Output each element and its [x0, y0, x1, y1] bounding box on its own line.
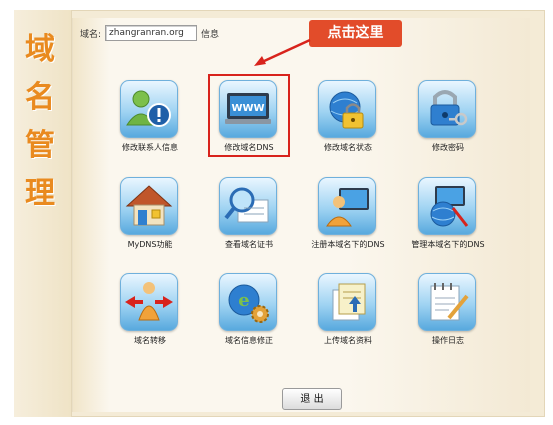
logout-button[interactable]: 退 出 [282, 388, 342, 410]
person-arrows-icon [120, 273, 178, 331]
page-title-char-2: 名 [25, 80, 55, 115]
magnifier-certificate-icon [219, 177, 277, 235]
tile-view-domain-certificate[interactable]: 查看域名证书 [199, 177, 299, 257]
tile-correct-domain-info[interactable]: e 域名信息修正 [199, 273, 299, 353]
tile-label: 域名转移 [134, 336, 166, 345]
tile-register-dns[interactable]: 注册本域名下的DNS [298, 177, 398, 257]
tile-edit-contact-info[interactable]: 修改联系人信息 [100, 80, 200, 160]
tile-label: 修改密码 [432, 143, 464, 152]
tile-manage-dns[interactable]: 管理本域名下的DNS [398, 177, 498, 257]
tile-label: 域名信息修正 [225, 336, 273, 345]
tile-edit-domain-status[interactable]: 修改域名状态 [298, 80, 398, 160]
page-title-char-4: 理 [25, 176, 55, 211]
person-monitor-icon [318, 177, 376, 235]
click-here-callout: 点击这里 [309, 20, 402, 47]
domain-label: 域名: [80, 29, 102, 40]
domain-field[interactable]: zhangranran.org [105, 25, 198, 41]
tile-label: MyDNS功能 [127, 240, 173, 249]
tile-label: 修改联系人信息 [122, 143, 178, 152]
notepad-pencil-icon [418, 273, 476, 331]
globe-lock-icon [318, 80, 376, 138]
house-icon [120, 177, 178, 235]
callout-arrow-icon [254, 38, 311, 66]
contact-user-info-icon [120, 80, 178, 138]
domain-suffix: 信息 [201, 29, 220, 40]
tile-label: 上传域名资料 [324, 336, 372, 345]
globe-gear-icon: e [219, 273, 277, 331]
page-title-char-1: 域 [25, 32, 55, 67]
tile-label: 注册本域名下的DNS [311, 240, 385, 249]
tile-label: 管理本域名下的DNS [411, 240, 485, 249]
tile-change-password[interactable]: 修改密码 [398, 80, 498, 160]
domain-bar: 域名: zhangranran.org 信息 [80, 24, 219, 42]
dns-tile-highlight [208, 74, 290, 157]
tile-label: 修改域名状态 [324, 143, 372, 152]
tile-label: 查看域名证书 [225, 240, 273, 249]
padlock-key-icon [418, 80, 476, 138]
tile-domain-transfer[interactable]: 域名转移 [100, 273, 200, 353]
tile-mydns[interactable]: MyDNS功能 [100, 177, 200, 257]
tile-label: 操作日志 [432, 336, 464, 345]
globe-tools-icon [418, 177, 476, 235]
tile-operation-log[interactable]: 操作日志 [398, 273, 498, 353]
svg-text:e: e [238, 290, 249, 311]
tile-upload-domain-materials[interactable]: 上传域名资料 [298, 273, 398, 353]
page-title-char-3: 管 [25, 128, 55, 163]
document-upload-icon [318, 273, 376, 331]
